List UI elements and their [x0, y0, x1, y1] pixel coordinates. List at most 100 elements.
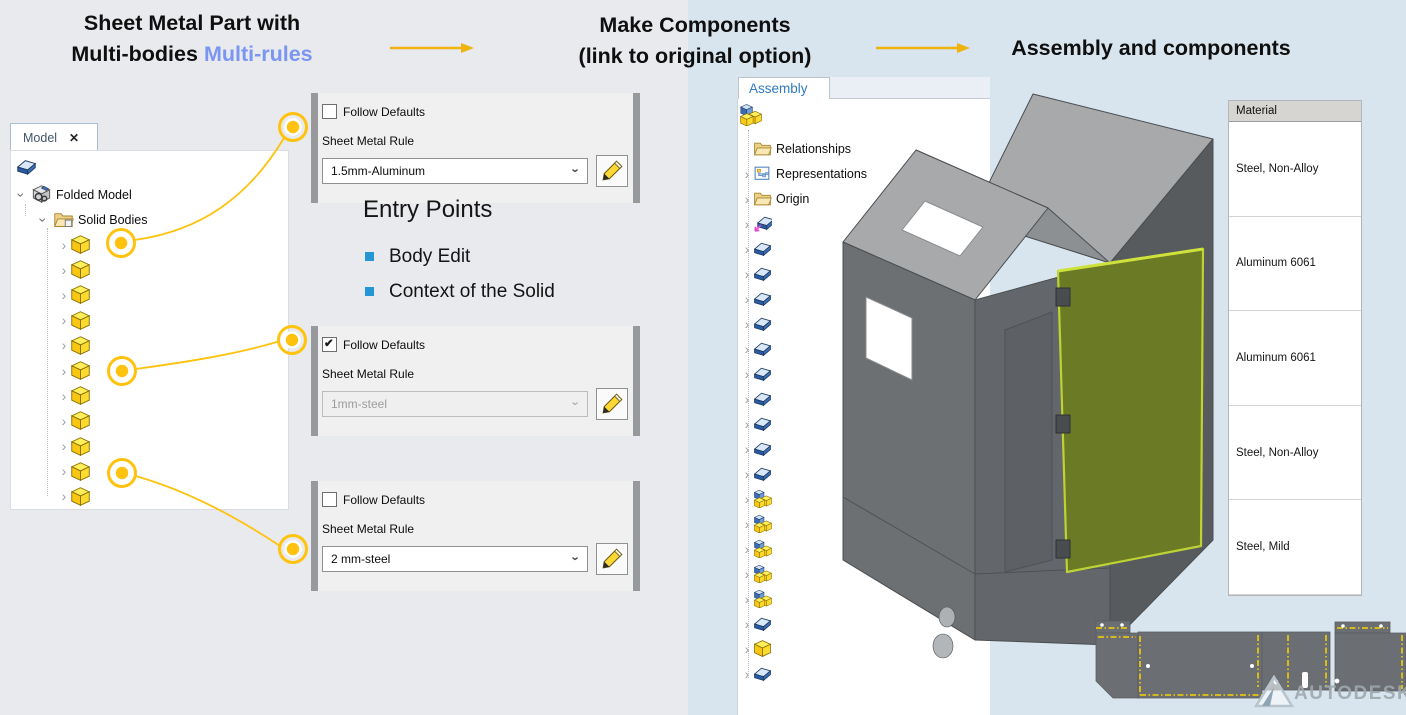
chevron-right-icon[interactable]	[741, 243, 753, 255]
assembly-tree-item[interactable]	[741, 311, 867, 336]
assembly-tree-item[interactable]	[741, 461, 867, 486]
chevron-right-icon[interactable]	[741, 343, 753, 355]
sheet-metal-rule-dropdown[interactable]: 1mm-steel	[322, 391, 588, 417]
material-row[interactable]: Aluminum 6061	[1229, 311, 1361, 406]
assembly-tree-item[interactable]: Origin	[741, 186, 867, 211]
checkbox-icon[interactable]	[322, 337, 337, 352]
assembly-tree-item[interactable]	[741, 536, 867, 561]
assembly-tree-item[interactable]	[741, 486, 867, 511]
assembly-tree-item[interactable]	[741, 511, 867, 536]
tree-node-solid-bodies[interactable]: Solid Bodies	[37, 209, 148, 230]
sheet-metal-rule-dropdown[interactable]: 1.5mm-Aluminum	[322, 158, 588, 184]
chevron-right-icon[interactable]	[741, 668, 753, 680]
assembly-tree-item[interactable]	[741, 661, 867, 686]
dropdown-chevron-icon[interactable]	[574, 163, 578, 178]
checkbox-icon[interactable]	[322, 104, 337, 119]
material-row[interactable]: Steel, Non-Alloy	[1229, 122, 1361, 217]
chevron-right-icon[interactable]	[741, 218, 753, 230]
assembly-tree-item[interactable]	[741, 636, 867, 661]
assembly-tree-item[interactable]: Representations	[741, 161, 867, 186]
material-value: Steel, Non-Alloy	[1236, 447, 1318, 459]
solid-body-row[interactable]	[58, 333, 91, 358]
assembly-tree-item[interactable]	[741, 286, 867, 311]
edit-rule-button[interactable]	[596, 388, 628, 420]
chevron-right-icon[interactable]	[58, 239, 70, 251]
solid-body-row[interactable]	[58, 459, 91, 484]
solid-body-row[interactable]	[58, 232, 91, 257]
material-column-header[interactable]: Material	[1229, 101, 1361, 122]
dialog-right-bar	[633, 481, 640, 591]
chevron-right-icon[interactable]	[741, 193, 753, 205]
chevron-right-icon[interactable]	[58, 465, 70, 477]
chevron-right-icon[interactable]	[741, 568, 753, 580]
follow-defaults-checkbox[interactable]: Follow Defaults	[322, 337, 425, 352]
chevron-right-icon[interactable]	[741, 618, 753, 630]
chevron-right-icon[interactable]	[741, 643, 753, 655]
chevron-right-icon[interactable]	[741, 543, 753, 555]
tree-guide-line	[47, 228, 48, 496]
edit-rule-button[interactable]	[596, 543, 628, 575]
dropdown-chevron-icon[interactable]	[574, 551, 578, 566]
chevron-right-icon[interactable]	[741, 518, 753, 530]
chevron-right-icon[interactable]	[58, 339, 70, 351]
dialog-content: Follow Defaults Sheet Metal Rule 1.5mm-A…	[321, 93, 630, 203]
chevron-down-icon[interactable]	[15, 189, 27, 201]
model-tab[interactable]: Model ✕	[10, 123, 98, 151]
chevron-right-icon[interactable]	[58, 289, 70, 301]
solid-body-row[interactable]	[58, 408, 91, 433]
edit-rule-button[interactable]	[596, 155, 628, 187]
chevron-right-icon[interactable]	[741, 293, 753, 305]
chevron-right-icon[interactable]	[741, 443, 753, 455]
assembly-tree-item[interactable]	[741, 211, 867, 236]
dropdown-chevron-icon[interactable]	[574, 396, 578, 411]
assembly-tree-item[interactable]	[741, 586, 867, 611]
assembly-tree-item[interactable]	[741, 336, 867, 361]
chevron-right-icon[interactable]	[741, 268, 753, 280]
chevron-right-icon[interactable]	[741, 493, 753, 505]
close-icon[interactable]: ✕	[69, 131, 79, 145]
assembly-tree-item[interactable]	[741, 361, 867, 386]
solid-body-row[interactable]	[58, 434, 91, 459]
dialog-left-bar	[311, 481, 318, 591]
chevron-right-icon[interactable]	[741, 318, 753, 330]
checkbox-icon[interactable]	[322, 492, 337, 507]
assembly-tree-item[interactable]	[741, 261, 867, 286]
chevron-right-icon[interactable]	[741, 593, 753, 605]
assembly-tree-item[interactable]	[741, 611, 867, 636]
chevron-right-icon[interactable]	[741, 418, 753, 430]
chevron-right-icon[interactable]	[58, 415, 70, 427]
chevron-right-icon[interactable]	[58, 490, 70, 502]
chevron-right-icon[interactable]	[741, 393, 753, 405]
material-row[interactable]: Steel, Non-Alloy	[1229, 406, 1361, 501]
solid-body-row[interactable]	[58, 308, 91, 333]
solid-body-row[interactable]	[58, 383, 91, 408]
assembly-tree-item[interactable]	[741, 436, 867, 461]
assembly-tree-item[interactable]	[741, 236, 867, 261]
assembly-tree-item[interactable]: Relationships	[741, 136, 867, 161]
follow-defaults-checkbox[interactable]: Follow Defaults	[322, 104, 425, 119]
chevron-down-icon[interactable]	[37, 214, 49, 226]
tree-node-folded-model[interactable]: Folded Model	[15, 184, 132, 205]
chevron-right-icon[interactable]	[58, 440, 70, 452]
solid-body-row[interactable]	[58, 282, 91, 307]
solid-body-row[interactable]	[58, 484, 91, 509]
assembly-tree-item[interactable]	[741, 411, 867, 436]
sheet-metal-rule-dropdown[interactable]: 2 mm-steel	[322, 546, 588, 572]
assembly-tab[interactable]: Assembly	[738, 77, 830, 99]
chevron-right-icon[interactable]	[58, 390, 70, 402]
assembly-tree-item[interactable]	[741, 386, 867, 411]
material-row[interactable]: Aluminum 6061	[1229, 217, 1361, 312]
chevron-right-icon[interactable]	[741, 368, 753, 380]
assembly-root-icon[interactable]	[739, 103, 762, 126]
material-row[interactable]: Steel, Mild	[1229, 500, 1361, 595]
chevron-right-icon[interactable]	[58, 264, 70, 276]
solid-body-row[interactable]	[58, 257, 91, 282]
solid-body-row[interactable]	[58, 358, 91, 383]
dialog-content: Follow Defaults Sheet Metal Rule 2 mm-st…	[321, 481, 630, 591]
follow-defaults-checkbox[interactable]: Follow Defaults	[322, 492, 425, 507]
chevron-right-icon[interactable]	[741, 468, 753, 480]
chevron-right-icon[interactable]	[741, 168, 753, 180]
assembly-tree-item[interactable]	[741, 561, 867, 586]
chevron-right-icon[interactable]	[58, 314, 70, 326]
chevron-right-icon[interactable]	[58, 365, 70, 377]
